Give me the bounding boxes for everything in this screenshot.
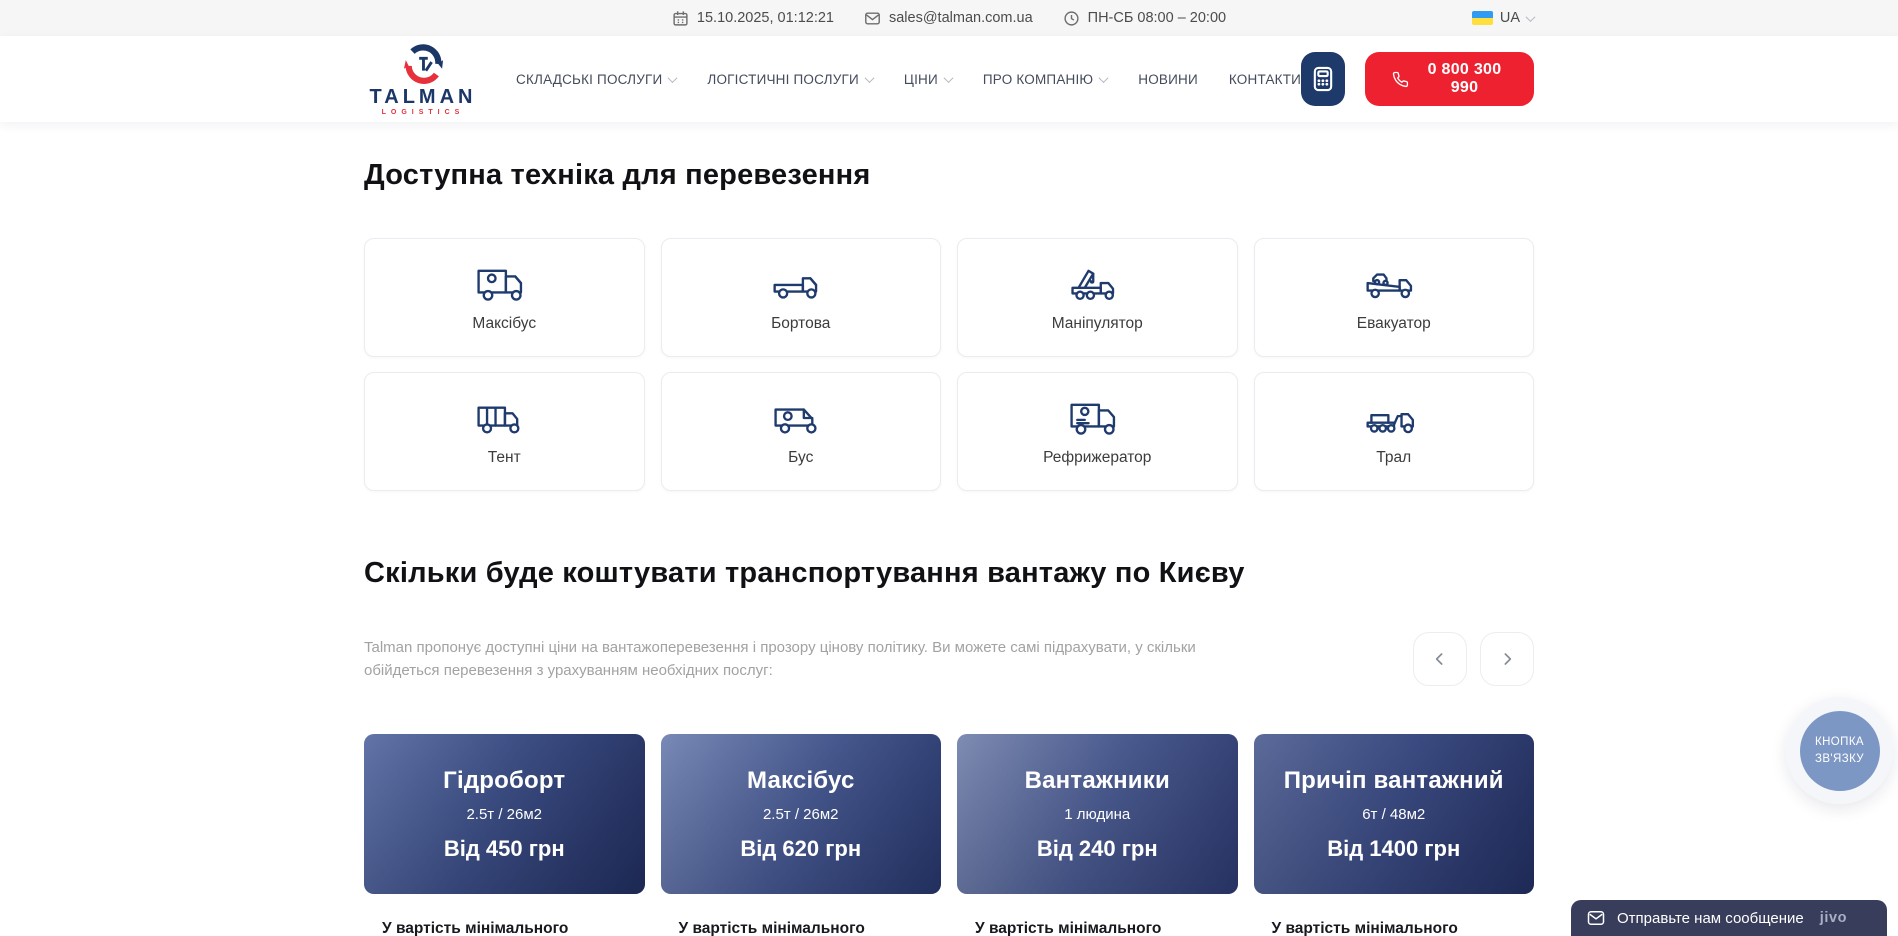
chevron-left-icon (1430, 649, 1450, 669)
price-card-photo: Причіп вантажний 6т / 48м2 Від 1400 грн (1254, 734, 1535, 894)
price-card-photo: Гідроборт 2.5т / 26м2 Від 450 грн (364, 734, 645, 894)
price-card-prychip[interactable]: Причіп вантажний 6т / 48м2 Від 1400 грн … (1254, 734, 1535, 936)
chat-message: Отправьте нам сообщение (1617, 910, 1804, 927)
language-code: UA (1500, 10, 1520, 26)
phone-number: 0 800 300 990 (1422, 61, 1507, 97)
nav-prices[interactable]: ЦІНИ (904, 72, 952, 87)
topbar-hours: ПН-СБ 08:00 – 20:00 (1063, 10, 1226, 27)
carousel-controls (1413, 632, 1534, 686)
vehicle-card-tral[interactable]: Трал (1254, 372, 1535, 491)
crane-truck-icon (1065, 262, 1129, 306)
vehicle-label: Маніпулятор (1052, 315, 1143, 333)
chevron-down-icon (943, 73, 953, 83)
callback-label-line2: ЗВ'ЯЗКУ (1815, 751, 1864, 767)
price-card-vantazhnyky[interactable]: Вантажники 1 людина Від 240 грн У вартіс… (957, 734, 1238, 936)
vehicle-label: Евакуатор (1357, 315, 1431, 333)
vehicle-label: Рефрижератор (1043, 449, 1151, 467)
price-card-note: У вартість мінімального замовлення за 45… (661, 894, 942, 936)
vehicle-label: Бус (788, 449, 813, 467)
calculator-button[interactable] (1301, 52, 1345, 106)
price-card-photo: Максібус 2.5т / 26м2 Від 620 грн (661, 734, 942, 894)
van-icon (769, 396, 833, 440)
vehicle-label: Максібус (472, 315, 536, 333)
pricing-section-title: Скільки буде коштувати транспортування в… (364, 557, 1534, 590)
vehicle-card-evakuator[interactable]: Евакуатор (1254, 238, 1535, 357)
vehicles-section-title: Доступна техніка для перевезення (364, 122, 1534, 192)
vehicle-label: Бортова (771, 315, 830, 333)
jivo-brand: jivo (1820, 910, 1847, 926)
vehicle-card-bortova[interactable]: Бортова (661, 238, 942, 357)
price-card-note: У вартість мінімального замовлення за 45… (957, 894, 1238, 936)
calculator-icon (1309, 65, 1337, 93)
talman-logo-emblem-icon (399, 43, 447, 85)
main-content: Доступна техніка для перевезення Максібу… (364, 122, 1534, 936)
chevron-right-icon (1497, 649, 1517, 669)
vehicle-card-bus[interactable]: Бус (661, 372, 942, 491)
site-header: TALMAN LOGISTICS СКЛАДСЬКІ ПОСЛУГИ ЛОГІС… (0, 36, 1898, 122)
clock-icon (1063, 10, 1080, 27)
vehicle-label: Тент (488, 449, 521, 467)
topbar-email[interactable]: sales@talman.com.ua (864, 10, 1033, 27)
refrigerator-truck-icon (1065, 396, 1129, 440)
tent-truck-icon (472, 396, 536, 440)
phone-icon (1392, 69, 1409, 90)
price-card-note: У вартість мінімального замовлення за 45… (1254, 894, 1535, 936)
chevron-down-icon (1526, 12, 1536, 22)
phone-button[interactable]: 0 800 300 990 (1365, 52, 1534, 106)
nav-logistic-services[interactable]: ЛОГІСТИЧНІ ПОСЛУГИ (707, 72, 872, 87)
vehicle-card-maksibus[interactable]: Максібус (364, 238, 645, 357)
jivo-chat-bar[interactable]: Отправьте нам сообщение jivo (1571, 900, 1887, 936)
price-card-hidrobort[interactable]: Гідроборт 2.5т / 26м2 Від 450 грн У варт… (364, 734, 645, 936)
box-van-icon (472, 262, 536, 306)
callback-button[interactable]: КНОПКА ЗВ'ЯЗКУ (1786, 697, 1893, 804)
logo-tagline: LOGISTICS (382, 109, 465, 116)
carousel-next-button[interactable] (1480, 632, 1534, 686)
chevron-down-icon (668, 73, 678, 83)
nav-contacts[interactable]: КОНТАКТИ (1229, 72, 1301, 87)
callback-label-line1: КНОПКА (1815, 734, 1864, 750)
talman-logo[interactable]: TALMAN LOGISTICS (364, 43, 482, 116)
carousel-prev-button[interactable] (1413, 632, 1467, 686)
tow-truck-icon (1362, 262, 1426, 306)
chevron-down-icon (864, 73, 874, 83)
topbar: 15.10.2025, 01:12:21 sales@talman.com.ua… (0, 0, 1898, 36)
vehicle-grid: Максібус Бортова Маніпулятор Евакуатор Т… (364, 238, 1534, 491)
nav-news[interactable]: НОВИНИ (1138, 72, 1198, 87)
lowloader-truck-icon (1362, 396, 1426, 440)
calendar-icon (672, 10, 689, 27)
vehicle-card-manipulator[interactable]: Маніпулятор (957, 238, 1238, 357)
price-card-photo: Вантажники 1 людина Від 240 грн (957, 734, 1238, 894)
topbar-datetime: 15.10.2025, 01:12:21 (672, 10, 834, 27)
vehicle-label: Трал (1376, 449, 1411, 467)
chat-envelope-icon (1586, 908, 1606, 928)
pricing-description: Talman пропонує доступні ціни на вантажо… (364, 636, 1272, 683)
price-card-carousel: Гідроборт 2.5т / 26м2 Від 450 грн У варт… (364, 734, 1534, 936)
price-card-note: У вартість мінімального замовлення за 45… (364, 894, 645, 936)
price-card-maksibus[interactable]: Максібус 2.5т / 26м2 Від 620 грн У варті… (661, 734, 942, 936)
ukraine-flag-icon (1472, 11, 1493, 25)
chevron-down-icon (1099, 73, 1109, 83)
main-nav: СКЛАДСЬКІ ПОСЛУГИ ЛОГІСТИЧНІ ПОСЛУГИ ЦІН… (516, 72, 1301, 87)
flatbed-truck-icon (769, 262, 833, 306)
vehicle-card-refrigerator[interactable]: Рефрижератор (957, 372, 1238, 491)
logo-wordmark: TALMAN (370, 87, 477, 107)
envelope-icon (864, 10, 881, 27)
nav-warehouse-services[interactable]: СКЛАДСЬКІ ПОСЛУГИ (516, 72, 676, 87)
vehicle-card-tent[interactable]: Тент (364, 372, 645, 491)
language-selector[interactable]: UA (1472, 10, 1534, 26)
nav-about[interactable]: ПРО КОМПАНІЮ (983, 72, 1107, 87)
